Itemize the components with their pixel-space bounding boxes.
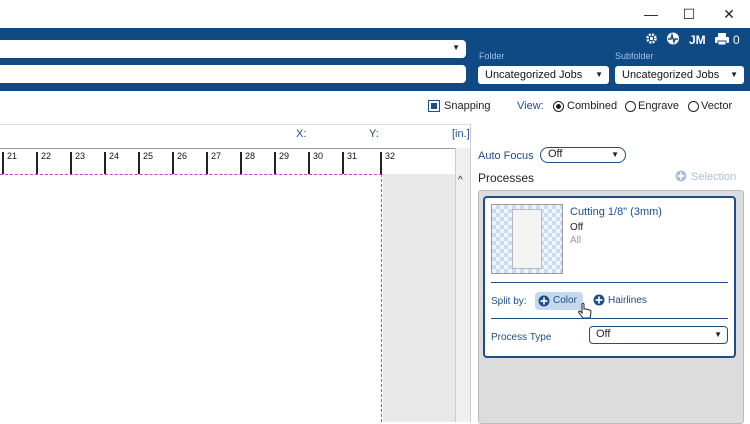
ruler-tick [308, 152, 310, 174]
process-type-dropdown[interactable]: Off ▼ [589, 326, 728, 344]
chevron-down-icon: ▼ [611, 150, 619, 159]
view-vector-label: Vector [701, 100, 733, 112]
view-combined-radio[interactable] [553, 101, 564, 112]
view-combined-label: Combined [567, 100, 618, 112]
subfolder-dropdown[interactable]: Uncategorized Jobs ▼ [615, 66, 744, 84]
process-name: Cutting 1/8" (3mm) [570, 206, 662, 218]
maximize-icon: ☐ [682, 5, 696, 22]
split-by-label: Split by: [491, 296, 527, 307]
ruler-label: 24 [109, 151, 120, 161]
out-of-bounds-area [383, 174, 455, 422]
unit-label: [in.] [452, 128, 470, 140]
process-scope: All [570, 235, 582, 246]
ruler-tick [2, 152, 4, 174]
ruler-label: 32 [385, 151, 396, 161]
process-status: Off [570, 222, 584, 233]
gear-icon[interactable] [645, 32, 658, 45]
activity-icon[interactable] [666, 32, 680, 45]
close-button[interactable]: ✕ [715, 4, 743, 24]
ruler-label: 21 [7, 151, 18, 161]
bed-boundary-line [381, 174, 382, 422]
view-engrave-label: Engrave [638, 100, 679, 112]
folder-dropdown[interactable]: Uncategorized Jobs ▼ [478, 66, 609, 84]
ruler-label: 31 [347, 151, 358, 161]
ruler-label: 28 [245, 151, 256, 161]
view-vector-radio[interactable] [688, 101, 699, 112]
ruler-tick [70, 152, 72, 174]
snapping-checkbox[interactable] [428, 100, 440, 112]
chevron-down-icon: ▼ [714, 330, 722, 339]
view-engrave-radio[interactable] [625, 101, 636, 112]
autofocus-label: Auto Focus [478, 150, 534, 162]
divider [491, 318, 728, 319]
processes-label: Processes [478, 171, 535, 185]
add-selection-button[interactable]: Selection [691, 171, 736, 183]
snapping-label: Snapping [444, 100, 491, 112]
print-count: 0 [733, 33, 740, 47]
x-coord-label: X: [296, 128, 307, 140]
ruler-tick [342, 152, 344, 174]
ruler-label: 25 [143, 151, 154, 161]
scroll-up-icon[interactable]: ^ [458, 175, 463, 186]
title-bar: — ☐ ✕ [0, 0, 750, 28]
ruler-tick [138, 152, 140, 174]
subfolder-value: Uncategorized Jobs [622, 69, 720, 81]
plus-circle-icon [538, 295, 550, 307]
divider [491, 282, 728, 283]
y-coord-label: Y: [369, 128, 379, 140]
horizontal-ruler: 21 22 23 24 25 26 27 28 29 30 31 32 [0, 148, 455, 175]
printer-icon[interactable] [715, 33, 729, 45]
vertical-scrollbar[interactable]: ^ [455, 148, 470, 422]
minimize-icon: — [644, 6, 658, 22]
folder-value: Uncategorized Jobs [485, 69, 583, 81]
ruler-tick [380, 152, 382, 174]
process-type-value: Off [596, 328, 611, 340]
process-thumbnail [491, 204, 563, 274]
ruler-tick [36, 152, 38, 174]
chevron-down-icon[interactable]: ▼ [452, 43, 460, 52]
view-label: View: [517, 100, 544, 112]
split-color-button[interactable]: Color [535, 292, 583, 310]
subfolder-label: Subfolder [615, 51, 654, 61]
job-notes-input[interactable] [0, 65, 466, 83]
ruler-label: 27 [211, 151, 222, 161]
autofocus-value: Off [548, 148, 563, 160]
job-name-input[interactable]: ▼ [0, 40, 466, 58]
ruler-tick [206, 152, 208, 174]
minimize-button[interactable]: — [637, 4, 665, 24]
chevron-down-icon: ▼ [595, 70, 603, 79]
ruler-label: 22 [41, 151, 52, 161]
ruler-tick [274, 152, 276, 174]
process-type-label: Process Type [491, 332, 552, 343]
folder-label: Folder [479, 51, 505, 61]
close-icon: ✕ [723, 5, 735, 22]
split-color-label: Color [553, 295, 577, 306]
user-initials[interactable]: JM [689, 33, 706, 47]
process-card[interactable]: Cutting 1/8" (3mm) Off All Split by: Col… [483, 196, 736, 358]
ruler-label: 26 [177, 151, 188, 161]
ruler-label: 29 [279, 151, 290, 161]
ruler-label: 23 [75, 151, 86, 161]
ruler-tick [240, 152, 242, 174]
autofocus-dropdown[interactable]: Off ▼ [540, 147, 626, 163]
design-preview-image [512, 209, 542, 269]
plus-circle-icon[interactable] [593, 294, 605, 306]
chevron-down-icon: ▼ [730, 70, 738, 79]
split-hairlines-button[interactable]: Hairlines [608, 295, 647, 306]
ruler-label: 30 [313, 151, 324, 161]
view-toolbar: Snapping View: Combined Engrave Vector [0, 91, 750, 125]
maximize-button[interactable]: ☐ [675, 4, 703, 24]
design-canvas[interactable] [0, 174, 382, 423]
ruler-tick [172, 152, 174, 174]
ruler-tick [104, 152, 106, 174]
plus-circle-icon[interactable] [675, 170, 687, 182]
